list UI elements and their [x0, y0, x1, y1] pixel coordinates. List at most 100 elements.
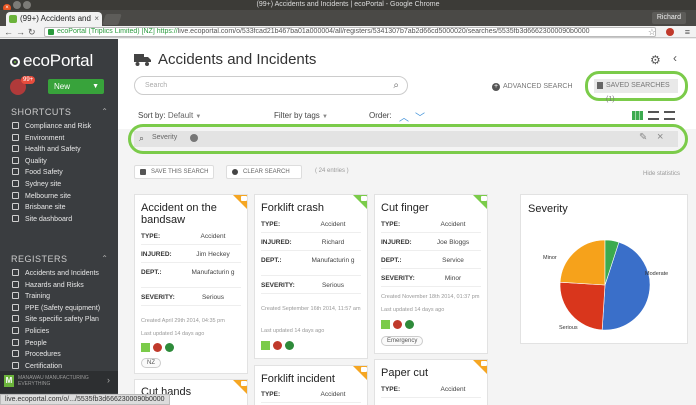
active-filter[interactable]: ⌕ Severity ✎ ×	[134, 131, 678, 147]
register-icon	[12, 292, 19, 300]
register-icon	[12, 269, 19, 276]
search-icon[interactable]: ⌕	[393, 77, 399, 94]
chrome-menu-icon[interactable]: ≡	[685, 26, 690, 38]
chevron-up-icon[interactable]: ⌃	[101, 107, 108, 116]
last-updated: Last updated 14 days ago	[381, 307, 445, 313]
dashboard-icon	[12, 214, 19, 222]
back-arrow-icon[interactable]: ←	[4, 26, 13, 38]
register-procedures[interactable]: Procedures	[12, 349, 100, 361]
folder-icon	[481, 196, 487, 201]
shortcut-site-dashboard[interactable]: Site dashboard	[12, 214, 91, 226]
pie-label-serious: Serious	[559, 325, 578, 331]
ecoportal-favicon-icon	[9, 15, 17, 23]
record-card[interactable]: Cut finger TYPE: Accident INJURED: Joe Blo…	[374, 194, 488, 354]
search-input[interactable]: Search ⌕	[134, 76, 408, 95]
collapse-chevron-icon[interactable]: ‹	[673, 51, 677, 65]
order-descending-icon[interactable]: ﹀	[415, 109, 425, 124]
task-icon[interactable]	[141, 343, 150, 352]
shortcut-sydney-site[interactable]: Sydney site	[12, 179, 91, 191]
forward-arrow-icon[interactable]: →	[16, 26, 25, 38]
field-key: TYPE:	[381, 221, 401, 228]
field-key: SEVERITY:	[141, 294, 175, 301]
record-card[interactable]: Forklift incident TYPE: Accident	[254, 365, 368, 405]
shortcut-quality[interactable]: Quality	[12, 156, 91, 168]
advanced-search-button[interactable]: + ADVANCED SEARCH	[492, 83, 573, 91]
reload-icon[interactable]: ↻	[28, 26, 36, 38]
shortcut-compliance-and-risk[interactable]: Compliance and Risk	[12, 121, 91, 133]
register-label: PPE (Safety equipment)	[25, 304, 101, 312]
extension-icon[interactable]	[666, 28, 674, 36]
ecoportal-logo[interactable]: ecoPortal	[10, 51, 93, 71]
alert-icon[interactable]	[153, 343, 162, 352]
globe-icon	[190, 134, 198, 142]
record-card[interactable]: Paper cut TYPE: Accident	[374, 359, 488, 405]
field-key: TYPE:	[141, 233, 161, 240]
shortcut-food-safety[interactable]: Food Safety	[12, 167, 91, 179]
hide-statistics-link[interactable]: Hide statistics	[643, 171, 680, 177]
field-value: Joe Bloggs	[436, 239, 470, 246]
search-placeholder: Search	[145, 82, 168, 89]
save-icon	[140, 169, 146, 175]
shortcut-brisbane-site[interactable]: Brisbane site	[12, 202, 91, 214]
new-button[interactable]: New ▼	[48, 79, 104, 94]
table-view-icon[interactable]	[664, 111, 675, 120]
task-icon[interactable]	[261, 341, 270, 350]
save-search-button[interactable]: SAVE THIS SEARCH	[134, 165, 214, 179]
created-date: Created April 29th 2014, 04:35 pm	[141, 318, 225, 324]
register-policies[interactable]: Policies	[12, 326, 100, 338]
created-date: Created September 16th 2014, 11:57 am	[261, 306, 361, 312]
card-title: Accident on the bandsaw	[141, 202, 217, 226]
chevron-up-icon[interactable]: ⌃	[101, 254, 108, 263]
complete-icon[interactable]	[285, 341, 294, 350]
task-icon[interactable]	[381, 320, 390, 329]
complete-icon[interactable]	[405, 320, 414, 329]
alert-icon[interactable]	[273, 341, 282, 350]
folder-icon	[12, 145, 19, 153]
field-type: TYPE: Accident	[141, 230, 241, 245]
filter-by-tags-dropdown[interactable]: Filter by tags ▼	[274, 111, 328, 120]
tag-badge[interactable]: Emergency	[381, 336, 424, 346]
complete-icon[interactable]	[165, 343, 174, 352]
registers-heading[interactable]: REGISTERS	[11, 254, 68, 264]
close-icon[interactable]: ×	[657, 131, 663, 143]
registers-list: Accidents and Incidents Hazards and Risk…	[12, 268, 100, 372]
clear-search-button[interactable]: CLEAR SEARCH	[226, 165, 302, 179]
pie-slice-minor[interactable]	[559, 239, 606, 286]
caret-down-icon: ▼	[322, 114, 328, 120]
pie-slice-serious[interactable]	[559, 281, 606, 331]
register-icon	[12, 350, 19, 358]
register-ppe[interactable]: PPE (Safety equipment)	[12, 303, 100, 315]
field-key: SEVERITY:	[261, 282, 295, 289]
field-key: TYPE:	[261, 391, 281, 398]
register-label: Site specific safety Plan	[25, 316, 99, 324]
register-people[interactable]: People	[12, 338, 100, 350]
grid-view-icon[interactable]	[632, 111, 643, 120]
organization-switcher[interactable]: M MANAWAU MANUFACTURING EVERYTHING ›	[0, 371, 118, 393]
shortcuts-heading[interactable]: SHORTCUTS	[11, 107, 71, 117]
shortcut-health-and-safety[interactable]: Health and Safety	[12, 144, 91, 156]
sort-by-dropdown[interactable]: Sort by: Default ▼	[138, 111, 201, 120]
browser-tab[interactable]: (99+) Accidents and ×	[6, 12, 102, 26]
bookmark-star-icon[interactable]: ☆	[648, 26, 656, 38]
tag-badge[interactable]: NZ	[141, 358, 161, 368]
url-field[interactable]: ecoPortal (Triplics Limited) [NZ] https:…	[44, 27, 656, 37]
record-card[interactable]: Accident on the bandsaw TYPE: Accident IN…	[134, 194, 248, 374]
register-hazards-and-risks[interactable]: Hazards and Risks	[12, 280, 100, 292]
register-accidents-and-incidents[interactable]: Accidents and Incidents	[12, 268, 100, 280]
person-icon	[12, 338, 19, 346]
list-view-icon[interactable]	[648, 111, 659, 120]
edit-pencil-icon[interactable]: ✎	[639, 132, 647, 143]
shortcut-melbourne-site[interactable]: Melbourne site	[12, 191, 91, 203]
register-training[interactable]: Training	[12, 291, 100, 303]
alert-icon[interactable]	[393, 320, 402, 329]
shortcut-environment[interactable]: Environment	[12, 133, 91, 145]
close-tab-icon[interactable]: ×	[94, 12, 99, 26]
record-card[interactable]: Forklift crash TYPE: Accident INJURED: Ric…	[254, 194, 368, 359]
profile-button[interactable]: Richard	[651, 12, 686, 24]
register-site-safety-plan[interactable]: Site specific safety Plan	[12, 314, 100, 326]
field-dept: DEPT.: Manufacturin g	[141, 266, 241, 288]
saved-searches-button[interactable]: SAVED SEARCHES (1)	[594, 79, 678, 103]
order-ascending-icon[interactable]: ︿	[399, 109, 409, 124]
gear-icon[interactable]: ⚙	[650, 53, 661, 67]
new-tab-button[interactable]	[102, 14, 122, 25]
